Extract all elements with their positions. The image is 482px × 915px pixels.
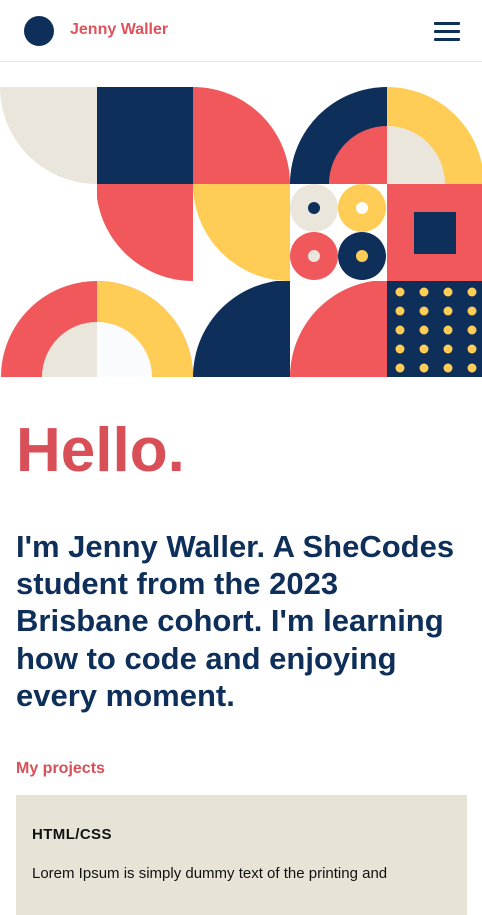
project-card[interactable]: HTML/CSS Lorem Ipsum is simply dummy tex… [16,795,467,915]
circle-cluster [290,184,386,280]
projects-heading: My projects [16,760,105,777]
logo-circle[interactable] [24,16,54,46]
navy-square [97,87,193,184]
hamburger-menu-icon[interactable] [434,22,460,42]
navy-inner-square [414,212,456,254]
greeting-heading: Hello. [16,416,185,485]
project-title: HTML/CSS [32,826,112,843]
intro-text: I'm Jenny Waller. A SheCodes student fro… [16,529,455,713]
site-header: Jenny Waller [0,0,482,62]
brand-name[interactable]: Jenny Waller [70,21,168,39]
hero-geometric-illustration [0,87,482,377]
